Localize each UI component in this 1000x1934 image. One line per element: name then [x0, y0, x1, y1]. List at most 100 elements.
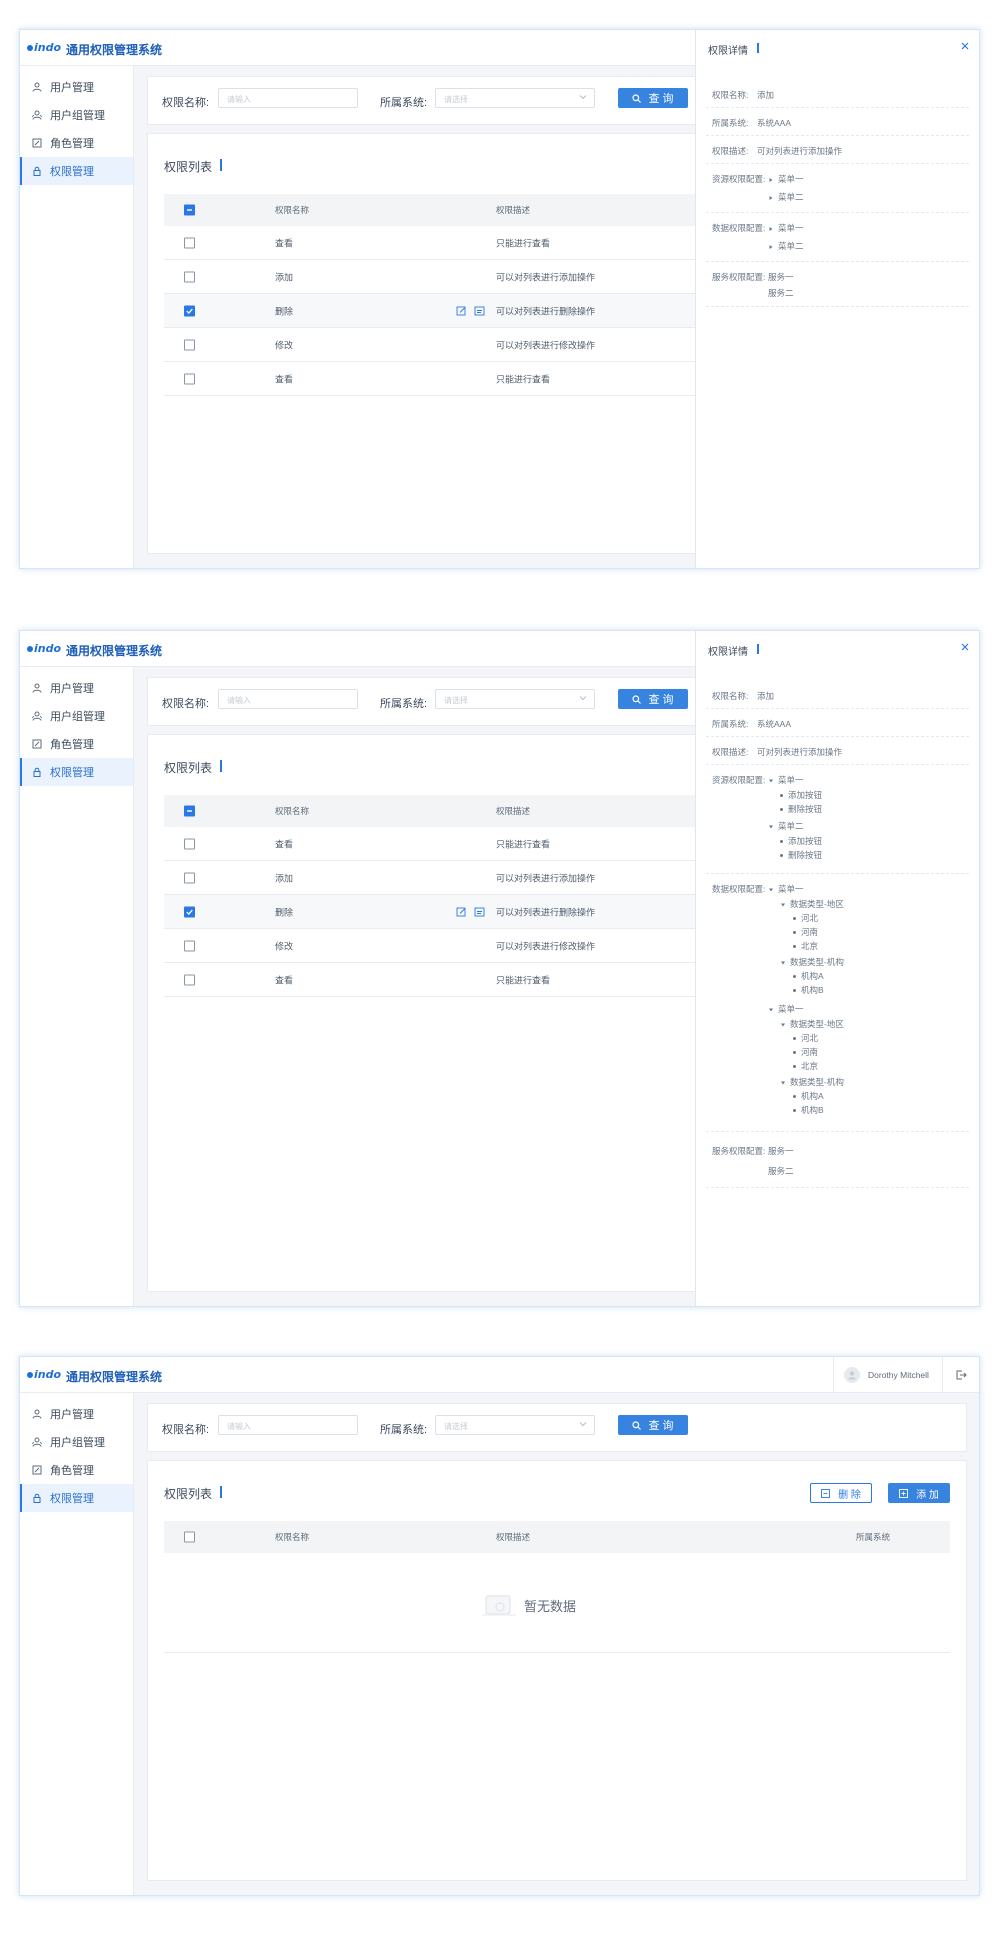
sidebar-item-roles[interactable]: 角色管理	[20, 1456, 133, 1484]
role-icon	[32, 739, 42, 749]
sidebar-item-permissions[interactable]: 权限管理	[20, 758, 133, 786]
tree-leaf: 添加按钮	[780, 835, 822, 847]
sidebar-item-roles[interactable]: 角色管理	[20, 730, 133, 758]
system-select[interactable]: 请选择	[435, 689, 595, 709]
service-item: 服务一	[768, 272, 794, 282]
tree-node[interactable]: 菜单一	[768, 222, 804, 234]
tree-node[interactable]: 数据类型-地区	[780, 1018, 844, 1030]
tree-leaf: 河北	[793, 1032, 818, 1044]
close-icon[interactable]	[959, 40, 971, 52]
user-group-icon	[32, 110, 42, 120]
service-item: 服务二	[768, 1166, 794, 1176]
tree-node[interactable]: 菜单一	[768, 173, 804, 185]
caret-right-icon	[768, 177, 774, 183]
column-header-desc: 权限描述	[496, 806, 531, 816]
user-menu[interactable]: Dorothy Mitchell	[833, 1357, 943, 1393]
top-bar: indo 通用权限管理系统 Dorothy Mitchell	[20, 1357, 979, 1393]
select-all-checkbox[interactable]	[184, 805, 195, 817]
chevron-down-icon	[579, 694, 587, 702]
chevron-down-icon	[579, 93, 587, 101]
title-accent-bar	[757, 644, 759, 654]
edit-icon[interactable]	[456, 305, 467, 316]
row-name: 查看	[275, 238, 294, 248]
name-input[interactable]: 请输入	[218, 689, 358, 709]
row-checkbox[interactable]	[184, 974, 195, 985]
tree-node[interactable]: 数据类型-机构	[780, 956, 844, 968]
row-checkbox[interactable]	[184, 940, 195, 951]
caret-right-icon	[768, 226, 774, 232]
sidebar-item-user-groups[interactable]: 用户组管理	[20, 101, 133, 129]
row-checkbox[interactable]	[184, 271, 195, 282]
delete-button[interactable]: 删 除	[810, 1483, 872, 1503]
edit-icon[interactable]	[456, 906, 467, 917]
tree-node[interactable]: 数据类型-地区	[780, 898, 844, 910]
row-checkbox[interactable]	[184, 305, 195, 316]
system-select[interactable]: 请选择	[435, 1415, 595, 1435]
tree-leaf: 机构B	[793, 984, 824, 996]
sidebar-item-roles[interactable]: 角色管理	[20, 129, 133, 157]
tree-node[interactable]: 菜单二	[768, 240, 804, 252]
empty-box-icon	[482, 1593, 516, 1617]
row-desc: 可以对列表进行修改操作	[496, 941, 596, 951]
tree-node[interactable]: 数据类型-机构	[780, 1076, 844, 1088]
tree-node[interactable]: 菜单二	[768, 820, 804, 832]
list-title: 权限列表	[164, 1487, 213, 1501]
row-checkbox[interactable]	[184, 838, 195, 849]
system-label: 所属系统:	[380, 97, 428, 109]
close-icon[interactable]	[959, 641, 971, 653]
sidebar: 用户管理 用户组管理 角色管理 权限管理	[20, 1393, 134, 1895]
service-item: 服务一	[768, 1146, 794, 1156]
sidebar-item-permissions[interactable]: 权限管理	[20, 1484, 133, 1512]
search-icon	[632, 1420, 642, 1430]
logout-icon[interactable]	[955, 1369, 967, 1381]
lock-icon	[32, 166, 42, 176]
user-name: Dorothy Mitchell	[868, 1370, 929, 1380]
row-checkbox[interactable]	[184, 237, 195, 248]
list-title: 权限列表	[164, 160, 213, 174]
tree-leaf: 河南	[793, 1046, 818, 1058]
name-input[interactable]: 请输入	[218, 88, 358, 108]
tree-leaf: 河北	[793, 912, 818, 924]
sidebar-item-users[interactable]: 用户管理	[20, 1400, 133, 1428]
sidebar-item-user-groups[interactable]: 用户组管理	[20, 702, 133, 730]
tree-leaf: 河南	[793, 926, 818, 938]
row-desc: 可以对列表进行删除操作	[496, 907, 596, 917]
tree-node[interactable]: 菜单一	[768, 1003, 804, 1015]
permission-list-panel: 权限列表 删 除 添 加 权限名称 权限描述 所属系统 暂无数据	[147, 1460, 967, 1881]
caret-down-icon	[768, 1007, 774, 1013]
tree-leaf: 删除按钮	[780, 803, 822, 815]
tree-leaf: 添加按钮	[780, 789, 822, 801]
select-all-checkbox[interactable]	[184, 1531, 195, 1543]
row-checkbox[interactable]	[184, 872, 195, 883]
select-all-checkbox[interactable]	[184, 204, 195, 216]
sidebar-item-permissions[interactable]: 权限管理	[20, 157, 133, 185]
query-button[interactable]: 查 询	[618, 1415, 688, 1435]
row-checkbox[interactable]	[184, 373, 195, 384]
app-title: 通用权限管理系统	[66, 1370, 163, 1384]
detail-resource-row: 资源权限配置: 菜单一 菜单二	[706, 164, 969, 213]
name-label: 权限名称:	[162, 698, 210, 710]
detail-system-row: 所属系统: 系统AAA	[706, 709, 969, 737]
query-button[interactable]: 查 询	[618, 689, 688, 709]
sidebar-item-users[interactable]: 用户管理	[20, 674, 133, 702]
row-checkbox[interactable]	[184, 339, 195, 350]
role-icon	[32, 138, 42, 148]
tree-node[interactable]: 菜单一	[768, 883, 804, 895]
logo-mark-icon	[27, 646, 33, 652]
tree-node[interactable]: 菜单二	[768, 191, 804, 203]
tree-node[interactable]: 菜单一	[768, 774, 804, 786]
query-button[interactable]: 查 询	[618, 88, 688, 108]
sidebar: 用户管理 用户组管理 角色管理 权限管理	[20, 66, 134, 568]
name-input[interactable]: 请输入	[218, 1415, 358, 1435]
sidebar-item-users[interactable]: 用户管理	[20, 73, 133, 101]
row-desc: 只能进行查看	[496, 238, 551, 248]
detail-icon[interactable]	[474, 906, 485, 917]
row-checkbox[interactable]	[184, 906, 195, 917]
system-select[interactable]: 请选择	[435, 88, 595, 108]
row-desc: 只能进行查看	[496, 839, 551, 849]
caret-down-icon	[768, 824, 774, 830]
row-desc: 可以对列表进行删除操作	[496, 306, 596, 316]
detail-icon[interactable]	[474, 305, 485, 316]
add-button[interactable]: 添 加	[888, 1483, 950, 1503]
sidebar-item-user-groups[interactable]: 用户组管理	[20, 1428, 133, 1456]
